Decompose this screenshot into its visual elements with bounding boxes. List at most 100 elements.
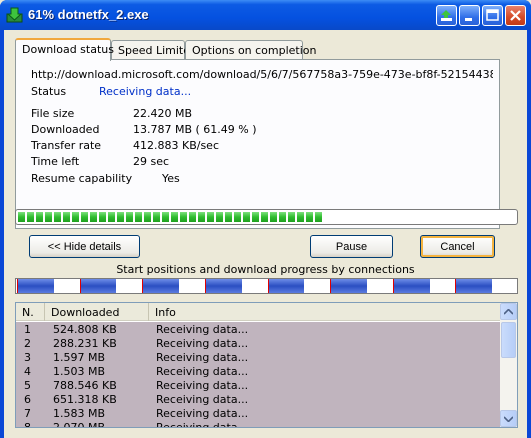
progress-block [207,212,214,222]
list-row[interactable]: 5 788.546 KB Receiving data... [16,378,502,392]
connection-info: Receiving data... [156,351,249,364]
tab-options-on-completion[interactable]: Options on completion [185,40,317,60]
progress-block [144,212,151,222]
close-button[interactable] [505,5,526,26]
connection-segment [204,279,242,293]
progress-block [99,212,106,222]
connection-segment [455,279,493,293]
tab-download-status[interactable]: Download status [15,38,114,61]
downloaded-label: Downloaded [31,123,100,136]
connection-start-marker [267,279,269,293]
tray-arrow-icon [441,10,452,21]
progress-block [108,212,115,222]
download-app-icon [6,7,23,23]
progress-block [135,212,142,222]
list-row[interactable]: 4 1.503 MB Receiving data... [16,364,502,378]
connection-number: 1 [24,323,31,336]
scroll-up-button[interactable] [500,303,517,320]
progress-block [243,212,250,222]
progress-block [189,212,196,222]
download-status-panel: http://download.microsoft.com/download/5… [15,59,500,229]
list-header: N. Downloaded Info [16,303,502,321]
progress-block [27,212,34,222]
progress-block [180,212,187,222]
hide-details-button[interactable]: << Hide details [29,235,140,258]
connection-number: 6 [24,393,31,406]
arrow-down-icon [504,415,513,422]
progress-block [279,212,286,222]
arrow-up-icon [504,308,513,315]
connection-downloaded: 1.503 MB [53,365,106,378]
column-header-n[interactable]: N. [16,303,45,321]
connection-segment [392,279,430,293]
progress-block [36,212,43,222]
list-row[interactable]: 6 651.318 KB Receiving data... [16,392,502,406]
progress-block [297,212,304,222]
download-progress-bar [15,209,518,225]
connection-info: Receiving data... [156,407,249,420]
connection-downloaded: 524.808 KB [53,323,117,336]
progress-block [126,212,133,222]
resume-capability-value: Yes [162,172,180,185]
scroll-thumb[interactable] [501,322,516,358]
progress-block [234,212,241,222]
progress-block [81,212,88,222]
connection-number: 4 [24,365,31,378]
connection-downloaded: 1.597 MB [53,351,106,364]
progress-block [117,212,124,222]
window-client-area: Download status Speed Limiter Options on… [4,30,527,438]
progress-block [225,212,232,222]
list-scrollbar[interactable] [500,303,517,427]
connections-progress-bar [15,278,518,294]
connection-number: 2 [24,337,31,350]
progress-block [171,212,178,222]
cancel-button[interactable]: Cancel [420,235,495,258]
connection-number: 3 [24,351,31,364]
downloaded-value: 13.787 MB ( 61.49 % ) [133,123,257,136]
connection-segment [267,279,305,293]
scroll-down-button[interactable] [500,410,517,427]
column-header-downloaded[interactable]: Downloaded [45,303,149,321]
connection-info: Receiving data... [156,337,249,350]
progress-block [216,212,223,222]
connection-downloaded: 288.231 KB [53,337,117,350]
list-body: 1 524.808 KB Receiving data... 2 288.231 KB R… [16,322,502,427]
progress-block [288,212,295,222]
connection-info: Receiving data... [156,393,249,406]
connection-start-marker [142,279,144,293]
connection-number: 7 [24,407,31,420]
connections-list: N. Downloaded Info 1 524.808 KB Receiving … [15,302,518,428]
tab-speed-limiter[interactable]: Speed Limiter [111,40,195,60]
connection-start-marker [330,279,332,293]
connection-start-marker [204,279,206,293]
close-icon [510,10,521,21]
progress-block [261,212,268,222]
window-title: 61% dotnetfx_2.exe [28,7,149,22]
connection-info: Receiving data... [156,323,249,336]
maximize-button[interactable] [482,5,503,26]
connections-label: Start positions and download progress by… [116,263,415,276]
minimize-icon [465,18,472,21]
restore-to-tray-button[interactable] [436,5,457,26]
progress-fill [18,212,515,222]
list-row[interactable]: 1 524.808 KB Receiving data... [16,322,502,336]
minimize-button[interactable] [459,5,480,26]
time-left-value: 29 sec [133,155,170,168]
list-row[interactable]: 3 1.597 MB Receiving data... [16,350,502,364]
list-row[interactable]: 2 288.231 KB Receiving data... [16,336,502,350]
list-row[interactable]: 8 2.070 MB Receiving data... [16,420,502,427]
download-window: 61% dotnetfx_2.exe Download status Speed… [0,0,531,438]
connection-start-marker [392,279,394,293]
file-size-value: 22.420 MB [133,107,193,120]
column-header-info[interactable]: Info [149,303,502,321]
connection-info: Receiving data... [156,365,249,378]
file-size-label: File size [31,107,75,120]
title-bar[interactable]: 61% dotnetfx_2.exe [0,0,531,30]
progress-block [252,212,259,222]
progress-block [63,212,70,222]
list-row[interactable]: 7 1.583 MB Receiving data... [16,406,502,420]
pause-button[interactable]: Pause [310,235,393,258]
download-url: http://download.microsoft.com/download/5… [31,68,493,81]
time-left-label: Time left [31,155,80,168]
connection-segment [79,279,117,293]
